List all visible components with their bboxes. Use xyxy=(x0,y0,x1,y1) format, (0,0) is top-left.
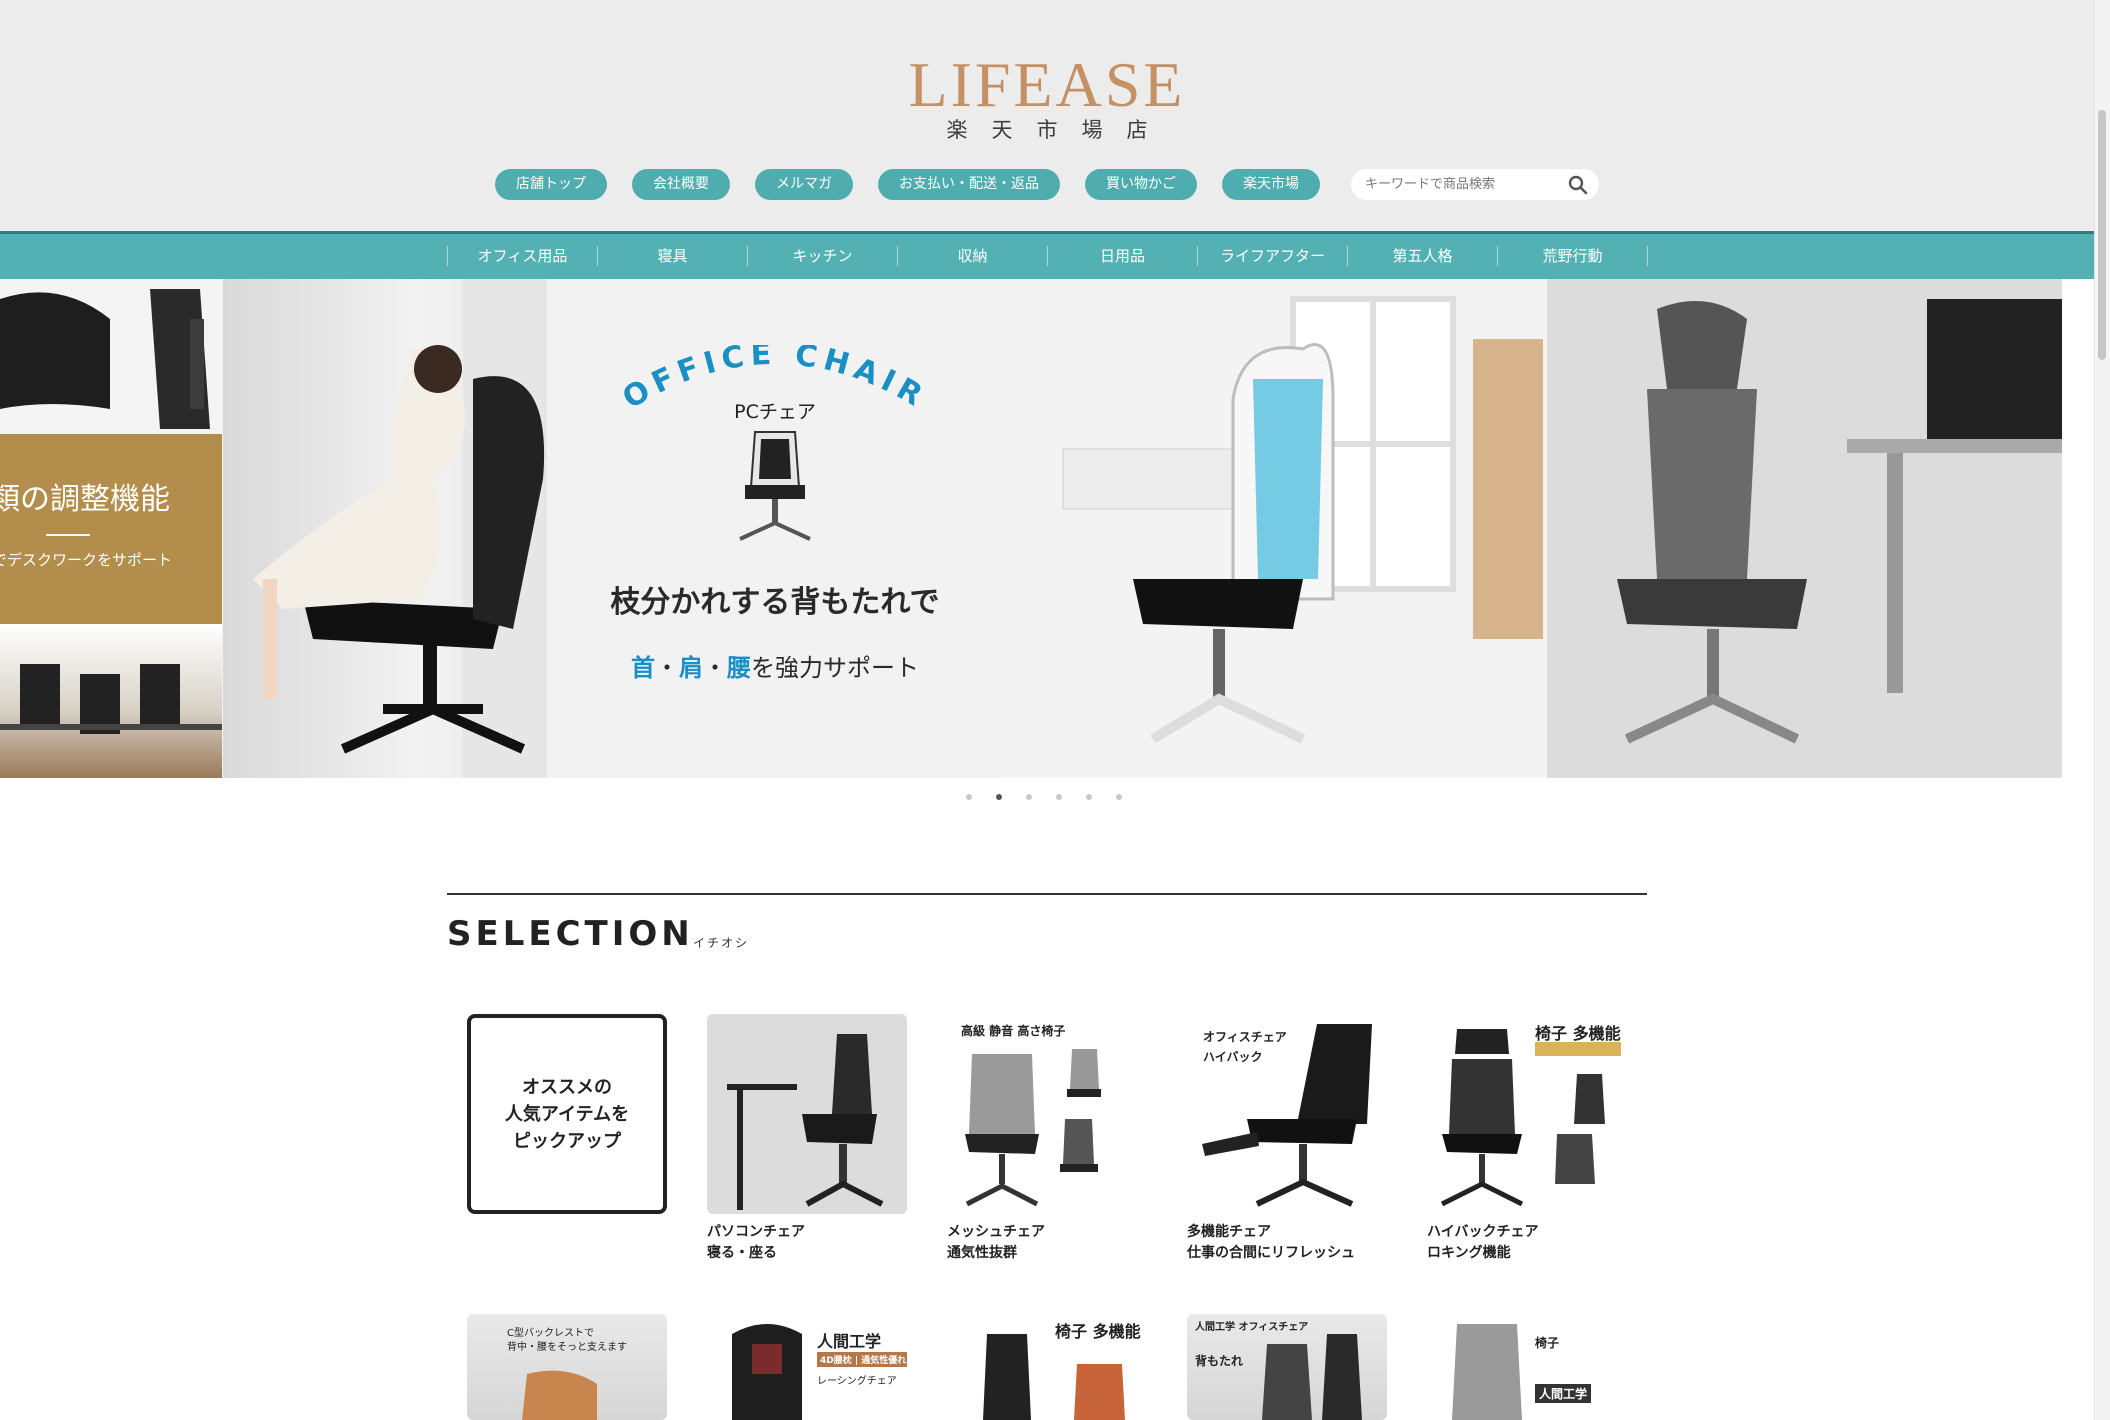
product-card-highback-chair[interactable]: 椅子 多機能 ハイバックチェア ロキング機能 xyxy=(1427,1014,1627,1264)
chair-illustration-image xyxy=(739,431,811,541)
carousel-dot-4[interactable] xyxy=(1056,794,1062,800)
product-card-office-chair[interactable]: 人間工学 オフィスチェア 背もたれ xyxy=(1187,1314,1387,1420)
hero-subline: 首・肩・腰を強力サポート xyxy=(631,654,919,682)
slide-a-title: 類の調整機能 xyxy=(0,482,170,517)
gold-text-panel: 類の調整機能 でデスクワークをサポート xyxy=(0,434,222,624)
category-kitchen[interactable]: キッチン xyxy=(747,246,897,266)
search-placeholder: キーワードで商品検索 xyxy=(1365,177,1496,192)
nav-newsletter-button[interactable]: メルマガ xyxy=(755,169,853,200)
product-card-multifunction-chair[interactable]: オフィスチェア ハイバック 多機能チェア 仕事の合間にリフレッシュ xyxy=(1187,1014,1387,1264)
product-tag: C型バックレストで xyxy=(507,1328,594,1339)
product-image-racing-chair[interactable]: 人間工学 4D腰枕 | 通気性優れ レーシングチェア xyxy=(707,1314,907,1420)
product-card-cshape-chair[interactable]: C型バックレストで 背中・腰をそっと支えます xyxy=(467,1314,667,1420)
hero-slide-adjustable[interactable]: 類の調整機能 でデスクワークをサポート xyxy=(0,279,222,778)
hero-carousel[interactable]: 類の調整機能 でデスクワークをサポート OFFICE CHAIR PCチェア 枝… xyxy=(0,279,2062,778)
carousel-dot-3[interactable] xyxy=(1026,794,1032,800)
category-storage[interactable]: 収納 xyxy=(897,246,1047,266)
header-nav: 店舗トップ 会社概要 メルマガ お支払い・配送・返品 買い物かご 楽天市場 キー… xyxy=(0,169,2094,200)
nav-payment-shipping-button[interactable]: お支払い・配送・返品 xyxy=(878,169,1060,200)
selection-title: SELECTION xyxy=(447,914,694,954)
selection-row-2: C型バックレストで 背中・腰をそっと支えます 人間工学 4D腰枕 | 通気性優れ… xyxy=(467,1314,1627,1420)
category-lifeafter[interactable]: ライフアフター xyxy=(1197,246,1347,266)
product-image-office-chair[interactable]: 人間工学 オフィスチェア 背もたれ xyxy=(1187,1314,1387,1420)
product-tag: 背中・腰をそっと支えます xyxy=(507,1342,627,1353)
hero-slide-office-chair[interactable]: OFFICE CHAIR PCチェア 枝分かれする背もたれで 首・肩・腰を強力サ… xyxy=(547,279,1003,778)
carousel-dot-6[interactable] xyxy=(1116,794,1122,800)
store-logo[interactable]: LIFEASE xyxy=(0,48,2094,122)
product-card-ergonomic-chair[interactable]: 椅子 多機能 xyxy=(947,1314,1147,1420)
nav-store-top-button[interactable]: 店舗トップ xyxy=(495,169,607,200)
product-tag: 人間工学 オフィスチェア xyxy=(1195,1322,1309,1333)
category-daily-goods[interactable]: 日用品 xyxy=(1047,246,1197,266)
carousel-dot-5[interactable] xyxy=(1086,794,1092,800)
category-bedding[interactable]: 寝具 xyxy=(597,246,747,266)
product-card-mesh-chair[interactable]: 高級 静音 高さ椅子 メッシュチェア 通気性抜群 xyxy=(947,1014,1147,1264)
selection-divider xyxy=(447,893,1647,895)
product-image-reclining-chair[interactable]: 椅子 人間工学 xyxy=(1427,1314,1627,1420)
product-tag: 椅子 多機能 xyxy=(1055,1322,1141,1341)
product-caption[interactable]: ハイバックチェア ロキング機能 xyxy=(1427,1222,1627,1264)
product-image-multifunction-chair[interactable]: オフィスチェア ハイバック xyxy=(1187,1014,1387,1214)
category-identity-v[interactable]: 第五人格 xyxy=(1347,246,1497,266)
hero-slide-white-chair[interactable] xyxy=(1003,279,1547,778)
carousel-dots xyxy=(966,794,1122,800)
category-end-divider xyxy=(1647,246,1648,266)
product-card-pc-chair[interactable]: パソコンチェア 寝る・座る xyxy=(707,1014,907,1264)
product-tag: 4D腰枕 | 通気性優れ xyxy=(817,1352,907,1367)
chair-back-closeup-image xyxy=(0,279,222,434)
search-input[interactable]: キーワードで商品検索 xyxy=(1351,169,1599,200)
office-room-image xyxy=(0,624,222,778)
product-caption[interactable]: パソコンチェア 寝る・座る xyxy=(707,1222,907,1264)
product-image-cshape-chair[interactable]: C型バックレストで 背中・腰をそっと支えます xyxy=(467,1314,667,1420)
nav-cart-button[interactable]: 買い物かご xyxy=(1085,169,1197,200)
pc-chair-label: PCチェア xyxy=(734,401,816,423)
site-header: LIFEASE 楽天市場店 店舗トップ 会社概要 メルマガ お支払い・配送・返品… xyxy=(0,0,2094,231)
product-card-racing-chair[interactable]: 人間工学 4D腰枕 | 通気性優れ レーシングチェア xyxy=(707,1314,907,1420)
nav-rakuten-button[interactable]: 楽天市場 xyxy=(1222,169,1320,200)
slide-a-divider xyxy=(46,534,90,536)
hero-slide-woman-reclining[interactable] xyxy=(223,279,547,778)
product-image-highback-chair[interactable]: 椅子 多機能 xyxy=(1427,1014,1627,1214)
product-image-mesh-chair[interactable]: 高級 静音 高さ椅子 xyxy=(947,1014,1147,1214)
product-card-reclining-chair[interactable]: 椅子 人間工学 xyxy=(1427,1314,1627,1420)
category-list: オフィス用品 寝具 キッチン 収納 日用品 ライフアフター 第五人格 荒野行動 xyxy=(447,234,1648,279)
reclining-woman-chair-image xyxy=(253,279,547,778)
slide-a-subtitle: でデスクワークをサポート xyxy=(0,551,173,569)
product-tag: 高級 静音 高さ椅子 xyxy=(961,1024,1066,1038)
product-tag: オフィスチェア xyxy=(1203,1030,1287,1044)
category-office[interactable]: オフィス用品 xyxy=(447,246,597,266)
scrollbar-thumb[interactable] xyxy=(2098,110,2106,360)
product-tag: 背もたれ xyxy=(1195,1354,1244,1368)
selection-subtitle: イチオシ xyxy=(693,936,750,950)
nav-company-button[interactable]: 会社概要 xyxy=(632,169,730,200)
search-icon[interactable] xyxy=(1567,175,1589,195)
product-tag: レーシングチェア xyxy=(817,1376,897,1387)
store-logo-subtitle: 楽天市場店 xyxy=(946,118,1172,142)
category-bar: オフィス用品 寝具 キッチン 収納 日用品 ライフアフター 第五人格 荒野行動 xyxy=(0,231,2094,279)
product-caption[interactable]: 多機能チェア 仕事の合間にリフレッシュ xyxy=(1187,1222,1387,1264)
product-image-pc-chair[interactable] xyxy=(707,1014,907,1214)
product-tag: 椅子 xyxy=(1535,1336,1560,1350)
selection-intro-card: オススメの 人気アイテムを ピックアップ xyxy=(467,1014,667,1264)
selection-row-1: オススメの 人気アイテムを ピックアップ パソコンチェア 寝る・座る 高級 静音 … xyxy=(467,1014,1627,1264)
carousel-dot-2-active[interactable] xyxy=(996,794,1002,800)
white-mesh-chair-image xyxy=(1003,279,1547,778)
category-knives-out[interactable]: 荒野行動 xyxy=(1497,246,1647,266)
product-tag: 人間工学 xyxy=(1535,1384,1592,1403)
product-caption[interactable]: メッシュチェア 通気性抜群 xyxy=(947,1222,1147,1264)
hero-slide-grey-chair[interactable] xyxy=(1547,279,2062,778)
hero-headline: 枝分かれする背もたれで xyxy=(610,585,940,620)
product-tag: 椅子 多機能 xyxy=(1535,1024,1621,1043)
grey-mesh-chair-image xyxy=(1547,279,2062,778)
product-tag: 人間工学 xyxy=(817,1332,882,1351)
selection-intro-text: オススメの 人気アイテムを ピックアップ xyxy=(467,1014,667,1214)
product-image-ergonomic-chair[interactable]: 椅子 多機能 xyxy=(947,1314,1147,1420)
product-tag: ハイバック xyxy=(1203,1050,1263,1064)
carousel-dot-1[interactable] xyxy=(966,794,972,800)
